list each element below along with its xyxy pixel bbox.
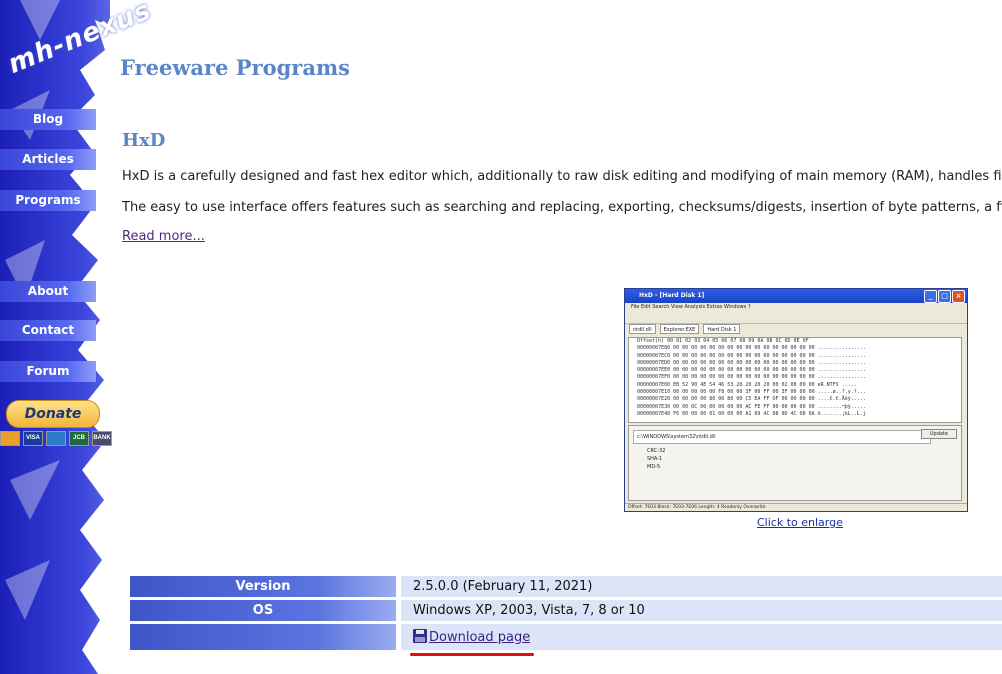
download-cell: Download page <box>401 624 1002 650</box>
thumb-tab: Explorer.EXE <box>659 324 700 334</box>
nav-programs[interactable]: Programs <box>0 190 96 211</box>
thumb-checksum-panel: c:\WINDOWS\system32\ntdll.dll Update CRC… <box>628 425 962 501</box>
version-row: Version 2.5.0.0 (February 11, 2021) <box>130 576 1002 597</box>
thumb-hex-row: 00000007EF0 00 00 00 00 00 00 00 00 00 0… <box>637 374 866 381</box>
thumb-hex-header: Offset(h) 00 01 02 03 04 05 06 07 08 09 … <box>637 338 809 344</box>
close-icon: × <box>952 290 965 303</box>
maximize-icon: □ <box>938 290 951 303</box>
amex-icon <box>46 431 66 446</box>
thumb-tab: ntdll.dll <box>629 324 656 334</box>
download-page-link[interactable]: Download page <box>429 630 530 645</box>
thumb-algo: MD-5 <box>647 464 661 470</box>
description-paragraph-2: The easy to use interface offers feature… <box>122 200 1002 215</box>
os-label: OS <box>130 600 396 621</box>
thumb-hex-row: 00000007E40 F6 00 00 00 01 00 00 00 A1 8… <box>637 410 866 417</box>
thumb-hex-row: 00000007E80 00 00 00 00 00 00 00 00 00 0… <box>637 345 866 352</box>
highlight-underline <box>410 653 534 656</box>
thumb-hex-row: 00000007EE0 00 00 00 00 00 00 00 00 00 0… <box>637 367 866 374</box>
thumb-hex-row: 00000007ED0 00 00 00 00 00 00 00 00 00 0… <box>637 359 866 366</box>
bank-icon: BANK <box>92 431 112 446</box>
thumb-window-buttons: _ □ × <box>924 290 965 303</box>
thumb-algo: CRC-32 <box>647 448 666 454</box>
thumb-algo: SHA-1 <box>647 456 663 462</box>
thumb-menubar: File Edit Search View Analysis Extras Wi… <box>631 304 751 310</box>
thumb-tab: Hard Disk 1 <box>703 324 741 334</box>
version-label: Version <box>130 576 396 597</box>
thumb-hex-row: 00000007E20 00 00 00 00 80 00 80 00 C5 E… <box>637 396 866 403</box>
donate-button[interactable]: Donate <box>6 400 100 428</box>
thumb-hex-row: 00000007E00 EB 52 90 4E 54 46 53 20 20 2… <box>637 381 857 388</box>
thumb-hex-row: 00000007EC0 00 00 00 00 00 00 00 00 00 0… <box>637 352 866 359</box>
nav-articles[interactable]: Articles <box>0 149 96 170</box>
mastercard-icon <box>0 431 20 446</box>
thumb-toolbar <box>625 312 967 324</box>
description-paragraph-1: HxD is a carefully designed and fast hex… <box>122 169 1002 184</box>
nav-forum[interactable]: Forum <box>0 361 96 382</box>
thumb-titlebar: HxD - [Hard Disk 1] _ □ × <box>625 289 967 303</box>
version-value: 2.5.0.0 (February 11, 2021) <box>401 576 1002 597</box>
download-label <box>130 624 396 650</box>
thumb-title: HxD - [Hard Disk 1] <box>639 292 705 299</box>
thumb-tabs: ntdll.dll Explorer.EXE Hard Disk 1 <box>625 324 967 334</box>
read-more-link[interactable]: Read more... <box>122 229 205 244</box>
floppy-disk-icon <box>413 629 427 643</box>
nav-about[interactable]: About <box>0 281 96 302</box>
visa-icon: VISA <box>23 431 43 446</box>
page-title: Freeware Programs <box>120 55 351 80</box>
jcb-icon: JCB <box>69 431 89 446</box>
thumb-update-button: Update <box>920 429 957 439</box>
download-row: Download page <box>130 624 1002 650</box>
minimize-icon: _ <box>924 290 937 303</box>
click-to-enlarge-link[interactable]: Click to enlarge <box>757 516 843 529</box>
nav-blog[interactable]: Blog <box>0 109 96 130</box>
thumb-hex-row: 00000007E30 00 00 0C 00 00 00 00 00 AC F… <box>637 403 866 410</box>
hxd-screenshot-thumbnail[interactable]: HxD - [Hard Disk 1] _ □ × File Edit Sear… <box>624 288 968 512</box>
thumb-hex-view: Offset(h) 00 01 02 03 04 05 06 07 08 09 … <box>628 337 962 423</box>
thumb-statusbar: Offset: 7E03 Block: 7E03-7E06 Length: 4 … <box>625 503 967 511</box>
thumb-checksum-path: c:\WINDOWS\system32\ntdll.dll <box>633 430 931 444</box>
nav-contact[interactable]: Contact <box>0 320 96 341</box>
payment-cards: VISA JCB BANK <box>0 431 112 446</box>
os-value: Windows XP, 2003, Vista, 7, 8 or 10 <box>401 600 1002 621</box>
program-title: HxD <box>122 130 166 151</box>
os-row: OS Windows XP, 2003, Vista, 7, 8 or 10 <box>130 600 1002 621</box>
